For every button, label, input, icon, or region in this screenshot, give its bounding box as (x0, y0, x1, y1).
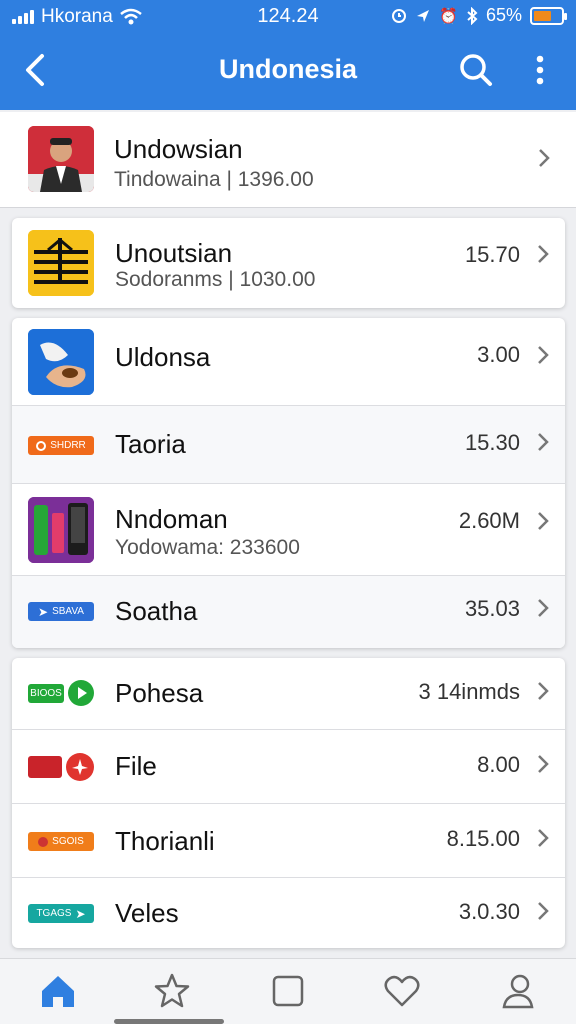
battery-icon (530, 6, 567, 25)
list-item[interactable]: SGOIS Thorianli 8.15.00 (12, 804, 565, 878)
item-title: Uldonsa (115, 342, 211, 372)
person-photo-icon (28, 126, 94, 192)
item-title: Thorianli (115, 826, 215, 856)
chevron-right-icon (538, 682, 549, 700)
heart-icon[interactable] (382, 971, 422, 1011)
arrow-right-icon: ➤ (75, 906, 86, 921)
home-indicator (114, 1019, 224, 1024)
chevron-right-icon (538, 433, 549, 451)
alarm-clock-icon: ⏰ (439, 7, 458, 25)
tag-badge: BIOOS (28, 684, 64, 703)
location-icon (417, 9, 430, 22)
item-title: File (115, 751, 157, 781)
gadgets-image-icon (28, 497, 94, 563)
item-title: Nndoman (115, 504, 228, 534)
chevron-right-icon (538, 599, 549, 617)
item-value: 15.70 (464, 242, 520, 267)
item-value: 3.0.30 (458, 899, 520, 924)
tag-label: SBAVA (52, 606, 84, 617)
item-subtitle: Tindowaina | 1396.00 (114, 168, 314, 191)
list-item[interactable]: ➤ SBAVA Soatha 35.03 (12, 576, 565, 648)
list-item[interactable]: File 8.00 (12, 730, 565, 804)
square-icon[interactable] (268, 971, 308, 1011)
chevron-right-icon (538, 755, 549, 773)
hand-bird-image-icon (28, 329, 94, 395)
chevron-right-icon (538, 829, 549, 847)
list-item[interactable]: Undowsian Tindowaina | 1396.00 (0, 112, 576, 207)
arrow-right-icon: ➤ (38, 604, 49, 619)
more-vertical-icon[interactable] (526, 50, 554, 90)
app-header: Hkorana 124.24 ⏰ 65% Undonesia (0, 0, 576, 110)
item-value: 35.03 (464, 596, 520, 621)
chevron-right-icon (538, 245, 549, 263)
tag-label: SGOIS (52, 836, 84, 847)
list-item[interactable]: Nndoman Yodowama: 233600 2.60M (12, 484, 565, 576)
plane-icon (66, 753, 94, 781)
chevron-right-icon (538, 512, 549, 530)
chevron-right-icon (539, 149, 550, 167)
battery-percent: 65% (485, 5, 522, 25)
tag-badge: ➤ SBAVA (28, 602, 94, 621)
list-card: BIOOS Pohesa 3 14inmds File 8.00 SGOIS T… (12, 658, 565, 948)
list-item[interactable]: TGAGS ➤ Veles 3.0.30 (12, 878, 565, 948)
item-subtitle: Yodowama: 233600 (115, 536, 300, 559)
stacked-lines-logo-icon (28, 230, 94, 296)
bluetooth-icon (467, 6, 478, 25)
tag-badge: TGAGS ➤ (28, 904, 94, 923)
item-title: Taoria (115, 429, 186, 459)
list-item[interactable]: BIOOS Pohesa 3 14inmds (12, 658, 565, 730)
star-icon[interactable] (152, 971, 192, 1011)
search-icon[interactable] (456, 50, 496, 90)
item-value: 3 14inmds (418, 679, 520, 704)
tag-label: BIOOS (30, 688, 62, 699)
list-card: Unoutsian Sodoranms | 1030.00 15.70 (12, 218, 565, 308)
list-item[interactable]: SHDRR Taoria 15.30 (12, 406, 565, 484)
play-icon (68, 680, 94, 706)
tag-label: SHDRR (50, 440, 86, 451)
tag-circle-icon (38, 836, 49, 847)
item-value: 3.00 (477, 342, 520, 367)
list-item[interactable]: Unoutsian Sodoranms | 1030.00 15.70 (12, 218, 565, 308)
item-title: Unoutsian (115, 238, 233, 268)
home-icon[interactable] (38, 971, 78, 1011)
item-value: 8.00 (477, 752, 520, 777)
chevron-right-icon (538, 346, 549, 364)
item-value: 15.30 (464, 430, 520, 455)
item-value: 2.60M (458, 508, 520, 533)
tag-badge: SHDRR (28, 436, 94, 455)
status-bar: Hkorana 124.24 ⏰ 65% (0, 0, 576, 34)
nav-row: Undonesia (0, 40, 576, 100)
tag-label: TGAGS (36, 908, 72, 919)
item-value: 8.15.00 (446, 826, 520, 851)
item-title: Soatha (115, 596, 198, 626)
chevron-right-icon (538, 902, 549, 920)
tag-badge: SGOIS (28, 832, 94, 851)
item-subtitle: Sodoranms | 1030.00 (115, 268, 316, 291)
tab-bar (0, 958, 576, 1024)
tag-badge (28, 756, 62, 778)
item-title: Undowsian (114, 134, 243, 164)
user-icon[interactable] (498, 971, 538, 1011)
list-item[interactable]: Uldonsa 3.00 (12, 318, 565, 406)
tag-circle-icon (36, 440, 47, 451)
item-title: Pohesa (115, 678, 204, 708)
list-card: Undowsian Tindowaina | 1396.00 (0, 112, 576, 208)
list-card: Uldonsa 3.00 SHDRR Taoria 15.30 Nndoman … (12, 318, 565, 648)
alarm-icon (392, 8, 407, 23)
item-title: Veles (115, 898, 179, 928)
